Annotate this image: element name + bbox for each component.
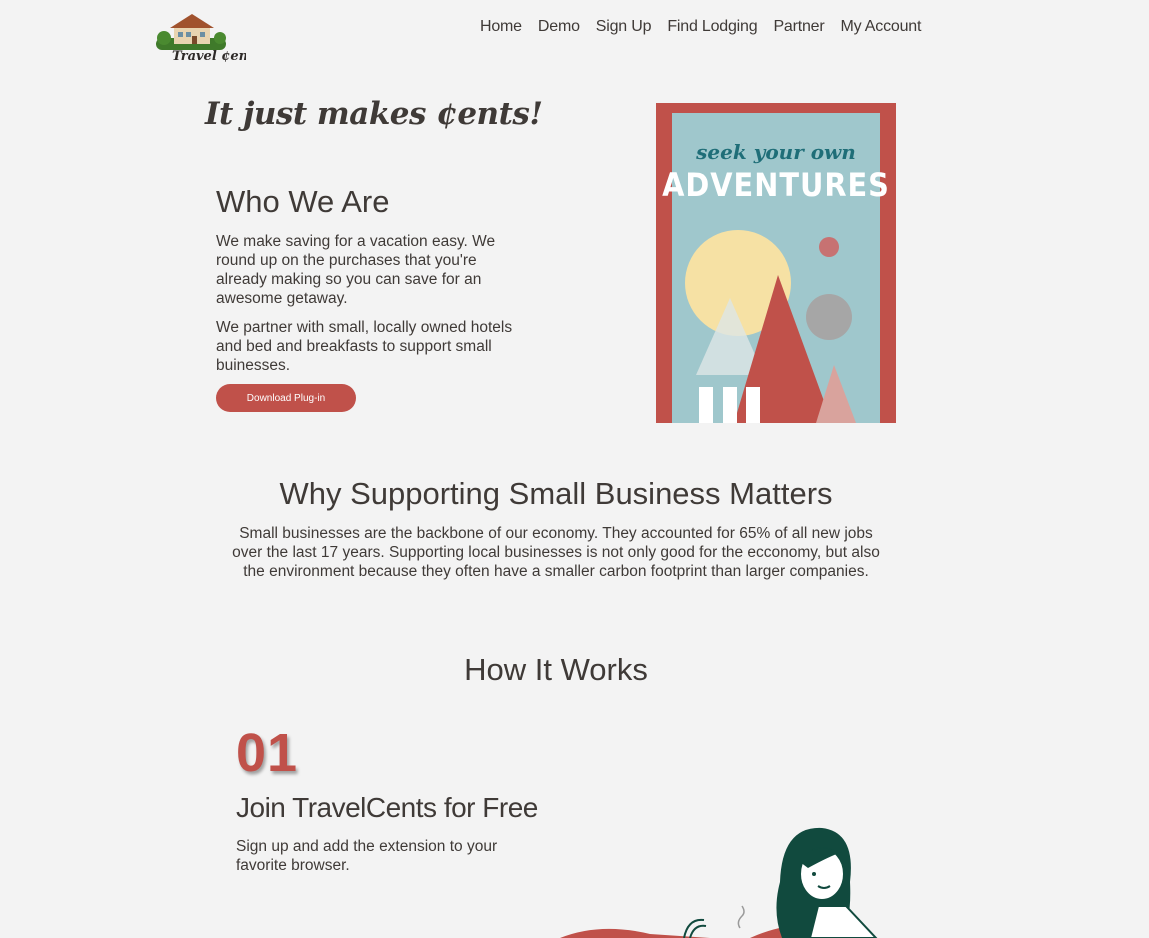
nav-my-account[interactable]: My Account bbox=[841, 18, 922, 36]
travel-cents-logo[interactable]: Travel ¢ents bbox=[156, 10, 246, 66]
tagline: It just makes ¢ents! bbox=[205, 96, 543, 132]
poster-line-2: ADVENTURES bbox=[662, 166, 890, 204]
nav-sign-up[interactable]: Sign Up bbox=[596, 18, 652, 36]
step-number: 01 bbox=[236, 723, 299, 783]
nav-home[interactable]: Home bbox=[480, 18, 522, 36]
why-section-title: Why Supporting Small Business Matters bbox=[279, 476, 833, 511]
who-we-are-title: Who We Are bbox=[216, 184, 390, 219]
step-body: Sign up and add the extension to your fa… bbox=[236, 838, 498, 874]
logo-text: Travel ¢ents bbox=[172, 49, 246, 64]
poster-line-1: seek your own bbox=[695, 140, 856, 164]
who-we-are-paragraph-2: We partner with small, locally owned hot… bbox=[216, 319, 513, 374]
nav-find-lodging[interactable]: Find Lodging bbox=[667, 18, 757, 36]
step-title: Join TravelCents for Free bbox=[236, 792, 538, 823]
why-section-body: Small businesses are the backbone of our… bbox=[232, 525, 880, 580]
nav-demo[interactable]: Demo bbox=[538, 18, 580, 36]
how-it-works-title: How It Works bbox=[464, 652, 648, 687]
download-plugin-button[interactable]: Download Plug-in bbox=[216, 384, 356, 412]
who-we-are-paragraph-1: We make saving for a vacation easy. We r… bbox=[216, 233, 496, 307]
main-nav: Home Demo Sign Up Find Lodging Partner M… bbox=[480, 18, 921, 36]
woman-with-coffee-illustration bbox=[560, 827, 878, 938]
adventure-poster-image: seek your own ADVENTURES bbox=[656, 103, 896, 423]
nav-partner[interactable]: Partner bbox=[773, 18, 824, 36]
